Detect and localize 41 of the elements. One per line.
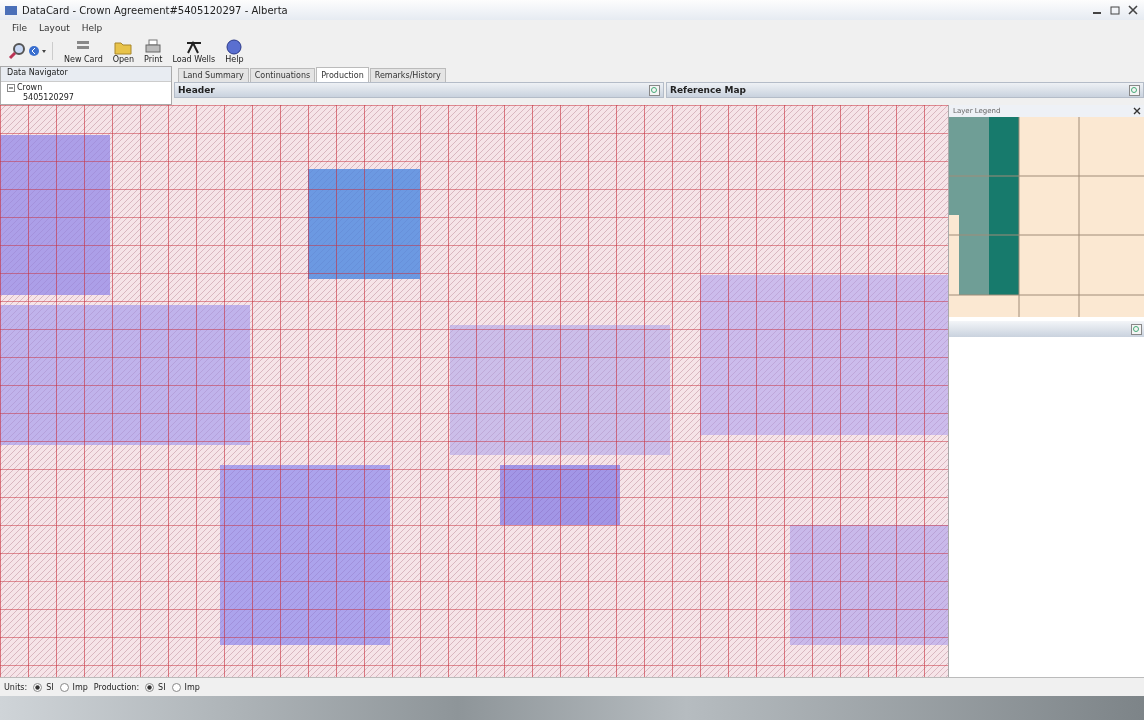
radio-button[interactable]: [59, 682, 69, 692]
status-label: Units:: [4, 682, 28, 692]
panel-title: Data Navigator: [1, 67, 171, 82]
tree-item[interactable]: Crown: [17, 83, 43, 93]
window-title: DataCard - Crown Agreement#5405120297 - Alberta: [22, 4, 289, 16]
radio-label[interactable]: SI: [158, 682, 166, 692]
help-icon: [225, 38, 244, 55]
radio-button[interactable]: [145, 682, 155, 692]
toolbar-button[interactable]: New Card: [61, 37, 106, 65]
toolbar-button[interactable]: Print: [141, 37, 166, 65]
radio-button[interactable]: [171, 682, 181, 692]
zoom-icon[interactable]: [1129, 84, 1140, 96]
zoom-icon[interactable]: [649, 84, 660, 96]
close-icon[interactable]: [1133, 107, 1141, 115]
back-icon[interactable]: [28, 45, 40, 57]
menu-item[interactable]: Layout: [39, 23, 70, 33]
tree-toggle-icon[interactable]: [7, 84, 15, 92]
radio-label[interactable]: Imp: [184, 682, 200, 692]
toolbar-button[interactable]: Help: [222, 37, 247, 65]
app-icon: [4, 3, 18, 17]
menu-item[interactable]: File: [12, 23, 28, 33]
restore-button[interactable]: [1108, 4, 1122, 16]
radio-label[interactable]: SI: [46, 682, 54, 692]
toolbar-button[interactable]: Open: [109, 37, 138, 65]
search-icon[interactable]: [8, 42, 26, 60]
menu-item[interactable]: Help: [81, 23, 103, 33]
panel-title: Reference Map: [670, 85, 747, 95]
radio-label[interactable]: Imp: [72, 682, 88, 692]
tab[interactable]: Land Summary: [178, 68, 249, 82]
tree-item[interactable]: 5405120297: [7, 93, 165, 103]
tab[interactable]: Remarks/History: [369, 68, 446, 82]
zoom-icon[interactable]: [1131, 323, 1142, 335]
tab[interactable]: Continuations: [249, 68, 316, 82]
caret-icon[interactable]: [42, 49, 46, 53]
close-button[interactable]: [1126, 4, 1140, 16]
toolbar-button[interactable]: Load Wells: [169, 37, 219, 65]
status-label: Production:: [93, 682, 140, 692]
tab[interactable]: Production: [316, 67, 369, 82]
printer-icon: [144, 38, 163, 55]
panel-title: Header: [178, 85, 215, 95]
radio-button[interactable]: [33, 682, 43, 692]
